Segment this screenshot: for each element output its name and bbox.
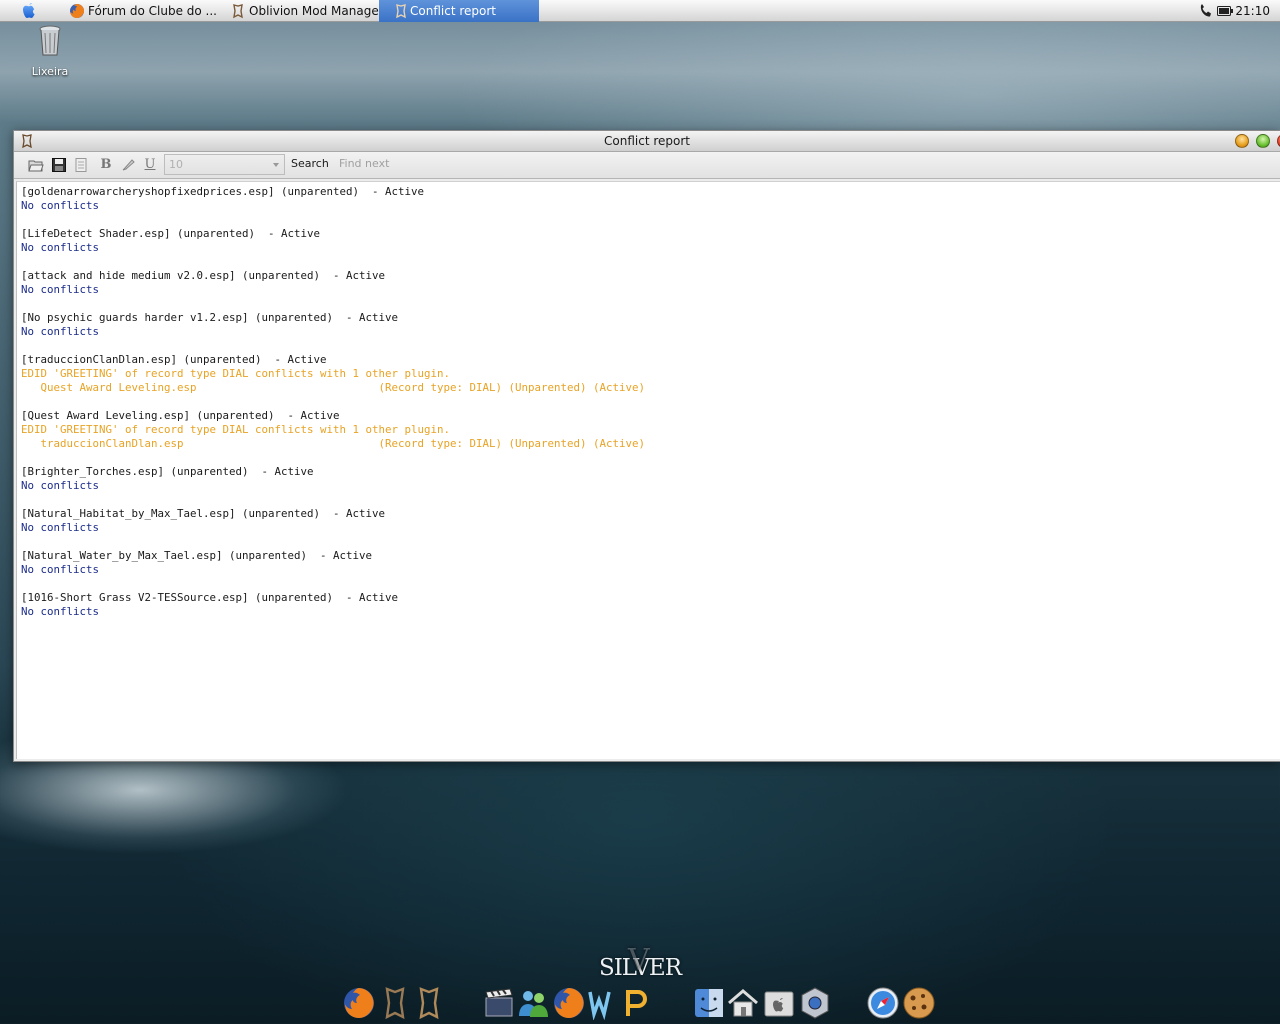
underline-button[interactable]: U — [142, 157, 158, 173]
find-next-button[interactable]: Find next — [339, 157, 389, 170]
italic-button[interactable] — [120, 157, 136, 173]
firefox-icon[interactable] — [342, 986, 376, 1020]
editor-toolbar: B U 10 Search Find next — [14, 152, 1280, 179]
phone-icon[interactable] — [1199, 3, 1213, 19]
no-conflicts-line: No conflicts — [21, 521, 100, 534]
window-titlebar[interactable]: Conflict report — [14, 131, 1280, 152]
open-button[interactable] — [28, 157, 44, 173]
plugin-header-line: [Brighter_Torches.esp] (unparented) - Ac… — [21, 465, 314, 478]
no-conflicts-line: No conflicts — [21, 325, 100, 338]
task-oblivion-mod-manager[interactable]: Oblivion Mod Manager — [228, 0, 384, 22]
oblivion-icon[interactable] — [378, 986, 412, 1020]
trash-label: Lixeira — [31, 65, 69, 78]
applications-icon[interactable] — [762, 986, 796, 1020]
plugin-header-line: [1016-Short Grass V2-TESSource.esp] (unp… — [21, 591, 399, 604]
plugin-header-line: [LifeDetect Shader.esp] (unparented) - A… — [21, 227, 321, 240]
bold-button[interactable]: B — [98, 157, 114, 173]
task-forum[interactable]: Fórum do Clube do ... — [67, 0, 217, 22]
task-conflict-report[interactable]: Conflict report — [379, 0, 539, 22]
writer-icon[interactable] — [586, 986, 620, 1020]
presentation-icon[interactable] — [620, 986, 654, 1020]
plugin-header-line: [attack and hide medium v2.0.esp] (unpar… — [21, 269, 386, 282]
apple-logo-icon[interactable] — [21, 2, 37, 19]
chevron-down-icon — [273, 163, 279, 167]
maximize-button[interactable] — [1256, 134, 1270, 148]
minimize-button[interactable] — [1235, 134, 1249, 148]
dock-brand: V SILVER — [590, 943, 690, 981]
no-conflicts-line: No conflicts — [21, 479, 100, 492]
clock[interactable]: 21:10 — [1235, 0, 1270, 22]
document-icon — [75, 158, 87, 172]
window-title: Conflict report — [604, 134, 690, 148]
font-size-select[interactable]: 10 — [164, 154, 285, 175]
oblivion-mod-manager-icon — [396, 4, 406, 19]
plugin-header-line: [Quest Award Leveling.esp] (unparented) … — [21, 409, 340, 422]
dock — [340, 986, 940, 1022]
home-icon[interactable] — [726, 986, 760, 1020]
conflict-report-window: Conflict report B U 10 Search Find next … — [13, 130, 1280, 762]
print-button[interactable] — [73, 157, 89, 173]
conflict-line: EDID 'GREETING' of record type DIAL conf… — [21, 367, 451, 380]
brand-v-watermark: V — [628, 943, 650, 978]
no-conflicts-line: No conflicts — [21, 241, 100, 254]
plugin-header-line: [No psychic guards harder v1.2.esp] (unp… — [21, 311, 399, 324]
cookie-icon[interactable] — [902, 986, 936, 1020]
report-text-area[interactable]: [goldenarrowarcheryshopfixedprices.esp] … — [16, 181, 1280, 759]
firefox-icon[interactable] — [552, 986, 586, 1020]
no-conflicts-line: No conflicts — [21, 605, 100, 618]
plugin-header-line: [traduccionClanDlan.esp] (unparented) - … — [21, 353, 327, 366]
firefox-icon — [70, 3, 85, 19]
finder-icon[interactable] — [692, 986, 726, 1020]
conflict-line: traduccionClanDlan.esp (Record type: DIA… — [21, 437, 646, 450]
messenger-icon[interactable] — [516, 986, 550, 1020]
safari-icon[interactable] — [866, 986, 900, 1020]
battery-icon[interactable] — [1217, 5, 1233, 17]
desktop-trash[interactable]: Lixeira — [30, 25, 70, 78]
search-button[interactable]: Search — [291, 157, 329, 170]
plugin-header-line: [Natural_Habitat_by_Max_Tael.esp] (unpar… — [21, 507, 386, 520]
plugin-header-line: [goldenarrowarcheryshopfixedprices.esp] … — [21, 185, 425, 198]
top-menubar: Fórum do Clube do ... Oblivion Mod Manag… — [0, 0, 1280, 22]
oblivion-mod-manager-icon[interactable] — [412, 986, 446, 1020]
no-conflicts-line: No conflicts — [21, 199, 100, 212]
trash-icon — [39, 25, 61, 56]
save-button[interactable] — [51, 157, 67, 173]
system-preferences-icon[interactable] — [798, 986, 832, 1020]
save-disk-icon — [52, 158, 66, 172]
oblivion-mod-manager-icon — [233, 4, 243, 19]
font-size-value: 10 — [169, 158, 183, 171]
movie-clapper-icon[interactable] — [482, 986, 516, 1020]
no-conflicts-line: No conflicts — [21, 283, 100, 296]
plugin-header-line: [Natural_Water_by_Max_Tael.esp] (unparen… — [21, 549, 373, 562]
open-folder-icon — [28, 160, 44, 172]
italic-pen-icon — [122, 159, 135, 171]
task-label: Oblivion Mod Manager — [249, 4, 384, 18]
task-label: Fórum do Clube do ... — [88, 4, 217, 18]
conflict-line: EDID 'GREETING' of record type DIAL conf… — [21, 423, 451, 436]
task-label: Conflict report — [410, 4, 496, 18]
conflict-line: Quest Award Leveling.esp (Record type: D… — [21, 381, 646, 394]
no-conflicts-line: No conflicts — [21, 563, 100, 576]
